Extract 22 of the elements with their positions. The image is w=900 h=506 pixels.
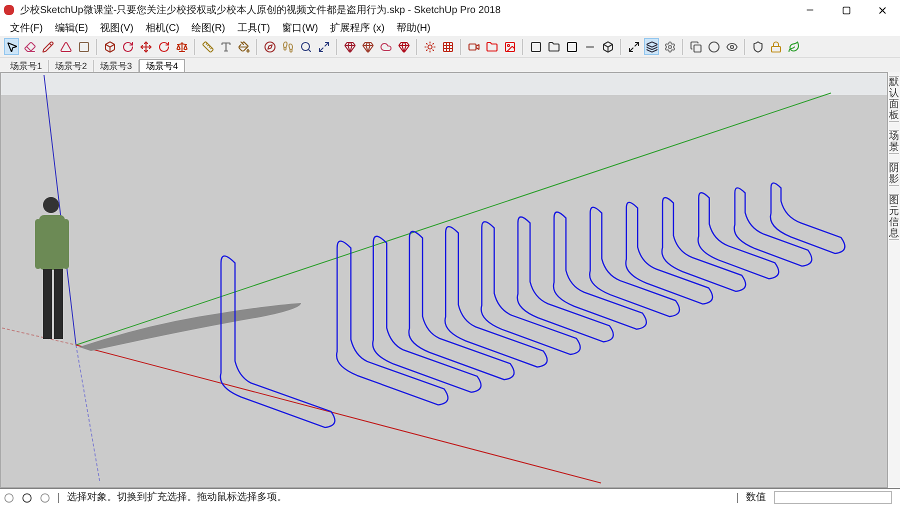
menu-item[interactable]: 扩展程序 (x) bbox=[324, 20, 391, 36]
window-title: 少校SketchUp微课堂-只要您关注少校授权或少校本人原创的视频文件都是盗用行为.skp - SketchUp Pro 2018 bbox=[20, 4, 501, 18]
close-icon[interactable] bbox=[876, 4, 888, 16]
maximize-icon[interactable] bbox=[842, 6, 850, 14]
tray-tab[interactable]: 默认面板 bbox=[889, 76, 899, 122]
model-viewport[interactable] bbox=[0, 72, 888, 488]
menu-item[interactable]: 文件(F) bbox=[4, 20, 49, 36]
measurements-label: 数值 bbox=[746, 491, 766, 505]
menu-item[interactable]: 相机(C) bbox=[139, 20, 186, 36]
tray-tab[interactable]: 场景 bbox=[889, 130, 899, 154]
scene-tab[interactable]: 场景号4 bbox=[139, 59, 186, 72]
menu-item[interactable]: 视图(V) bbox=[94, 20, 140, 36]
menu-item[interactable]: 窗口(W) bbox=[276, 20, 324, 36]
menu-item[interactable]: 编辑(E) bbox=[48, 20, 94, 36]
tray-tab[interactable]: 图元信息 bbox=[889, 194, 899, 240]
app-logo-icon bbox=[4, 5, 14, 15]
tray-tab[interactable]: 阴影 bbox=[889, 162, 899, 186]
menu-item[interactable]: 绘图(R) bbox=[185, 20, 232, 36]
status-message: 选择对象。切换到扩充选择。拖动鼠标选择多项。 bbox=[67, 490, 287, 505]
menu-item[interactable]: 帮助(H) bbox=[390, 20, 436, 36]
measurements-field[interactable] bbox=[774, 491, 892, 504]
menu-item[interactable]: 工具(T) bbox=[231, 20, 276, 36]
